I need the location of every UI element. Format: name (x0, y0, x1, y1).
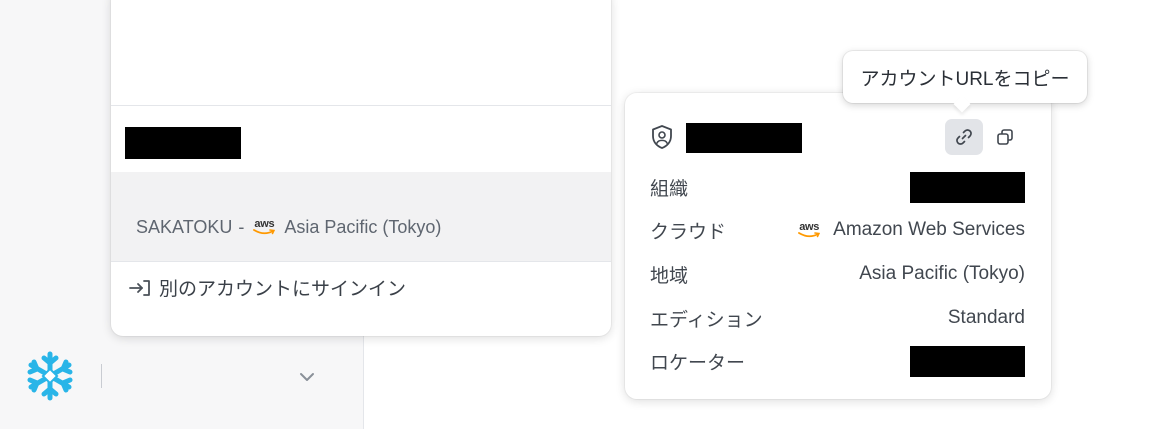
sign-in-arrow-icon (129, 279, 150, 296)
redacted-organization (910, 171, 1025, 203)
copy-account-identifier-button[interactable] (986, 119, 1024, 155)
detail-row-locator: ロケーター (650, 345, 1025, 377)
chevron-down-icon[interactable] (296, 366, 318, 388)
copy-account-url-button[interactable] (945, 119, 983, 155)
cloud-value: aws Amazon Web Services (795, 219, 1025, 241)
detail-row-organization: 組織 (650, 171, 1025, 203)
aws-logo-icon: aws (250, 219, 278, 236)
account-details-popover: 組織 クラウド aws Amazon Web Services 地域 Asia … (625, 93, 1051, 399)
tooltip-text: アカウントURLをコピー (860, 68, 1070, 90)
cloud-value-text: Amazon Web Services (833, 219, 1025, 240)
copy-url-tooltip: アカウントURLをコピー (843, 51, 1087, 103)
link-icon (956, 129, 972, 145)
detail-row-edition: エディション Standard (650, 303, 1025, 333)
locator-label: ロケーター (650, 352, 746, 374)
account-region: Asia Pacific (Tokyo) (284, 217, 442, 237)
shield-user-icon (652, 125, 672, 149)
switcher-top-area (111, 0, 611, 106)
edition-value: Standard (947, 307, 1025, 328)
snowflake-logo-icon[interactable] (24, 350, 76, 402)
copy-icon (997, 129, 1013, 145)
current-account-line: SAKATOKU - aws Asia Pacific (Tokyo) (136, 217, 441, 238)
cloud-label: クラウド (650, 221, 727, 243)
locator-value (910, 345, 1025, 377)
redacted-account-identifier (686, 123, 802, 153)
organization-value (910, 171, 1025, 203)
nav-divider (101, 364, 102, 388)
organization-label: 組織 (650, 178, 689, 200)
current-account-row[interactable]: SAKATOKU - aws Asia Pacific (Tokyo) (111, 172, 611, 262)
region-value: Asia Pacific (Tokyo) (859, 263, 1025, 284)
sign-in-other-account[interactable]: 別のアカウントにサインイン (129, 274, 406, 301)
redacted-locator (910, 345, 1025, 377)
detail-row-region: 地域 Asia Pacific (Tokyo) (650, 259, 1025, 289)
account-separator: - (238, 217, 245, 237)
app-screen: SAKATOKU - aws Asia Pacific (Tokyo) 別のアカ… (0, 0, 1152, 429)
sign-in-other-label: 別のアカウントにサインイン (159, 279, 407, 300)
account-switcher-popover: SAKATOKU - aws Asia Pacific (Tokyo) 別のアカ… (111, 0, 611, 336)
detail-row-cloud: クラウド aws Amazon Web Services (650, 215, 1025, 245)
region-label: 地域 (650, 265, 689, 287)
redacted-account-name (125, 127, 241, 159)
account-name: SAKATOKU (136, 217, 233, 237)
edition-label: エディション (650, 309, 763, 331)
aws-logo-icon: aws (795, 221, 823, 239)
account-row[interactable] (111, 106, 611, 172)
